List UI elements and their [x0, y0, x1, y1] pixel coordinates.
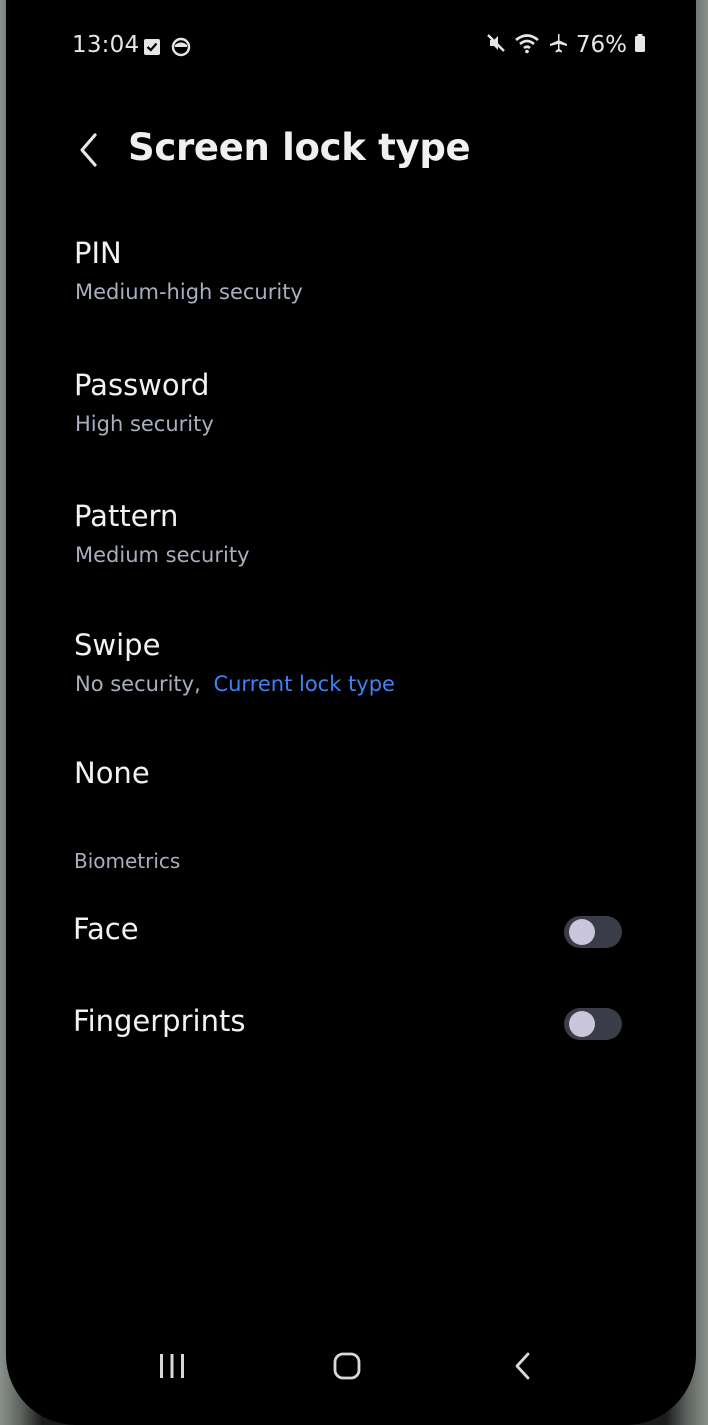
option-subtitle: High security — [75, 412, 214, 436]
checkbox-notification-icon — [143, 38, 161, 60]
battery-icon — [634, 33, 646, 57]
option-title: None — [74, 756, 150, 790]
notification-icons — [143, 37, 191, 61]
biometrics-section-header: Biometrics — [74, 849, 181, 873]
recents-button[interactable] — [142, 1336, 202, 1396]
option-subtitle: Medium-high security — [75, 280, 303, 304]
device-frame: 13:04 76% Screen lock type PIN Medium-hi… — [0, 0, 708, 1425]
page-title: Screen lock type — [128, 126, 471, 169]
app-header: Screen lock type — [6, 118, 696, 188]
current-lock-type-label: Current lock type — [213, 672, 395, 696]
navigation-bar — [6, 1336, 696, 1396]
option-title: Pattern — [74, 499, 179, 533]
back-chevron-icon — [80, 133, 97, 167]
option-title: Password — [74, 368, 210, 402]
nav-back-button[interactable] — [493, 1336, 553, 1396]
status-time: 13:04 — [72, 32, 140, 58]
airplane-icon — [547, 32, 569, 58]
status-bar: 13:04 76% — [6, 30, 696, 64]
wifi-icon — [514, 32, 540, 58]
toggle-knob — [569, 1011, 595, 1037]
back-icon — [515, 1352, 530, 1380]
phone-screen: 13:04 76% Screen lock type PIN Medium-hi… — [6, 0, 696, 1425]
option-password[interactable]: Password High security — [6, 368, 696, 478]
face-label: Face — [73, 912, 139, 946]
option-pattern[interactable]: Pattern Medium security — [6, 499, 696, 609]
home-button[interactable] — [317, 1336, 377, 1396]
mute-icon — [485, 32, 507, 58]
option-subtitle: No security, — [75, 672, 201, 696]
fingerprints-row[interactable]: Fingerprints — [6, 1004, 696, 1084]
toggle-knob — [569, 919, 595, 945]
option-swipe[interactable]: Swipe No security, Current lock type — [6, 628, 696, 738]
recents-icon — [160, 1354, 184, 1378]
option-subtitle-row: No security, Current lock type — [75, 672, 395, 696]
option-subtitle: Medium security — [75, 543, 250, 567]
face-row[interactable]: Face — [6, 912, 696, 992]
battery-percentage: 76% — [575, 32, 627, 58]
option-title: PIN — [74, 236, 122, 270]
option-title: Swipe — [74, 628, 161, 662]
back-button[interactable] — [66, 124, 110, 176]
option-none[interactable]: None — [6, 756, 696, 816]
option-pin[interactable]: PIN Medium-high security — [6, 236, 696, 346]
home-icon — [333, 1352, 361, 1380]
status-right-group: 76% — [485, 32, 646, 58]
face-toggle[interactable] — [564, 916, 622, 948]
fingerprints-toggle[interactable] — [564, 1008, 622, 1040]
circle-notification-icon — [171, 37, 191, 61]
fingerprints-label: Fingerprints — [73, 1004, 246, 1038]
